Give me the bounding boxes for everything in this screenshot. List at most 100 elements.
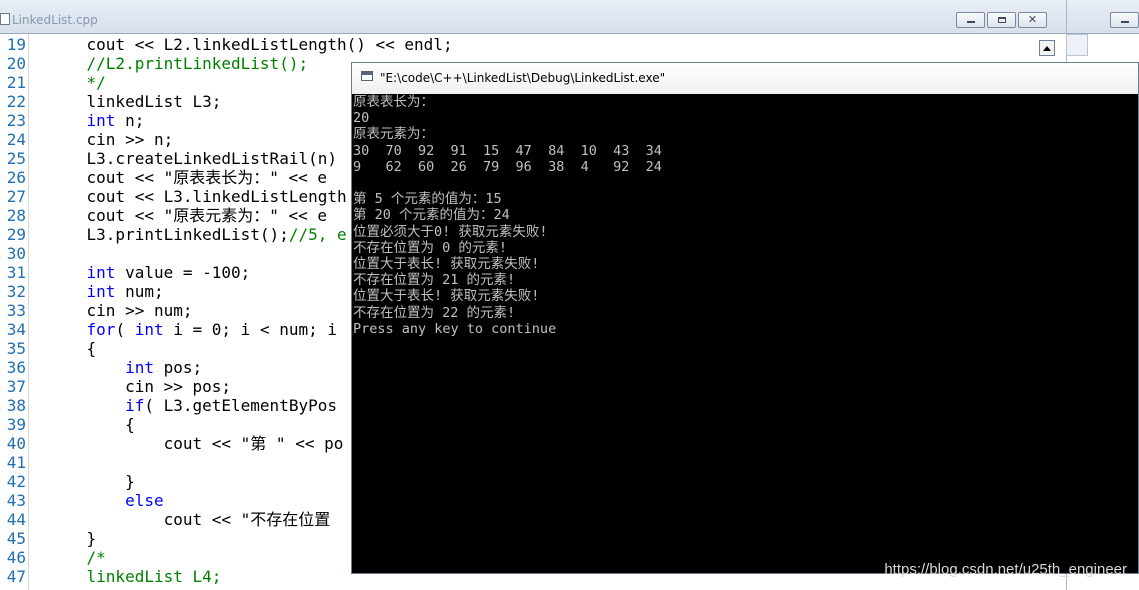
code-line: else: [48, 491, 164, 510]
code-token: linkedList L3;: [48, 92, 222, 111]
code-line: {: [48, 339, 97, 358]
console-titlebar[interactable]: "E:\code\C++\LinkedList\Debug\LinkedList…: [352, 63, 1138, 94]
console-line: 不存在位置为 22 的元素!: [353, 304, 516, 321]
code-line: int pos;: [48, 358, 202, 377]
code-line: }: [48, 529, 97, 548]
console-line: 位置大于表长! 获取元素失败!: [353, 288, 540, 305]
background-minimize-button[interactable]: [1110, 12, 1139, 28]
code-line: cout << "不存在位置: [48, 510, 331, 529]
line-number: 45: [6, 529, 26, 548]
code-line: linkedList L4;: [48, 567, 222, 586]
code-token: i = 0; i < num; i: [163, 320, 337, 339]
code-line: int n;: [48, 111, 145, 130]
code-token: cin >> pos;: [48, 377, 232, 396]
line-number-gutter: 19 20 21 22 23 24 25 26 27 28 29 30 31 32 33 34 35 36 37 38…: [0, 34, 29, 590]
code-token: cout << "原表表长为：" << e: [48, 168, 328, 187]
line-number: 42: [6, 472, 26, 491]
console-line: 位置必须大于0! 获取元素失败!: [353, 223, 548, 240]
code-token: else: [125, 491, 164, 510]
close-button[interactable]: ✕: [1018, 12, 1047, 28]
code-token: linkedList L4;: [48, 567, 222, 586]
code-line: cout << "原表表长为：" << e: [48, 168, 328, 187]
code-line: L3.createLinkedListRail(n): [48, 149, 337, 168]
code-token: int: [86, 263, 116, 282]
line-number: 41: [6, 453, 26, 472]
console-line: 位置大于表长! 获取元素失败!: [353, 256, 540, 272]
console-line: 不存在位置为 21 的元素!: [353, 272, 516, 289]
line-number: 23: [6, 111, 26, 130]
code-token: for: [86, 320, 116, 339]
line-number: 28: [6, 206, 26, 225]
code-line: linkedList L3;: [48, 92, 222, 111]
code-token: cin >> n;: [48, 130, 174, 149]
console-app-icon: [361, 71, 373, 81]
line-number: 21: [6, 73, 26, 92]
code-token: {: [48, 339, 97, 358]
line-number: 19: [6, 35, 26, 54]
code-token: cout << "第 " << po: [48, 434, 344, 453]
code-token: int: [86, 282, 116, 301]
code-line: //L2.printLinkedList();: [48, 54, 309, 73]
code-line: int value = -100;: [48, 263, 251, 282]
code-token: cout << "不存在位置: [48, 510, 331, 529]
minimize-icon: [967, 21, 975, 23]
code-token: */: [48, 73, 106, 92]
background-control: [1066, 34, 1088, 56]
code-token: L3.createLinkedListRail(n): [48, 149, 337, 168]
restore-icon: [998, 17, 1006, 23]
console-line: 第 20 个元素的值为：24: [353, 207, 510, 224]
line-number: 34: [6, 320, 26, 339]
console-window: "E:\code\C++\LinkedList\Debug\LinkedList…: [351, 62, 1139, 574]
editor-window-controls: ✕: [956, 12, 1047, 28]
console-line: 原表元素为：: [353, 126, 434, 143]
line-number: 44: [6, 510, 26, 529]
code-token: pos;: [153, 358, 203, 377]
line-number: 47: [6, 567, 26, 586]
line-number: 27: [6, 187, 26, 206]
line-number: 26: [6, 168, 26, 187]
line-number: 20: [6, 54, 26, 73]
restore-button[interactable]: [987, 12, 1016, 28]
line-number: 31: [6, 263, 26, 282]
editor-titlebar[interactable]: LinkedList.cpp ✕: [0, 0, 1066, 34]
editor-title: LinkedList.cpp: [12, 13, 98, 27]
console-line: 不存在位置为 0 的元素!: [353, 239, 508, 256]
line-number: 32: [6, 282, 26, 301]
watermark: https://blog.csdn.net/u25th_engineer: [884, 561, 1127, 578]
code-token: n;: [115, 111, 145, 130]
code-token: ( L3.getElementByPos: [144, 396, 337, 415]
line-number: 29: [6, 225, 26, 244]
code-token: {: [48, 415, 135, 434]
code-token: //5, e: [288, 225, 347, 244]
code-line: cout << "原表元素为：" << e: [48, 206, 328, 225]
console-output[interactable]: 原表表长为： 20 原表元素为： 30 70 92 91 15 47 84 10 43…: [352, 94, 1138, 573]
minimize-button[interactable]: [956, 12, 985, 28]
code-line: L3.printLinkedList();//5, e: [48, 225, 347, 244]
line-number: 38: [6, 396, 26, 415]
code-line: cout << "第 " << po: [48, 434, 344, 453]
scroll-up-button[interactable]: [1039, 40, 1055, 56]
line-number: 25: [6, 149, 26, 168]
console-line: 20: [353, 110, 370, 127]
code-token: L3.printLinkedList();: [48, 225, 289, 244]
line-number: 46: [6, 548, 26, 567]
code-token: num;: [115, 282, 164, 301]
code-line: cin >> n;: [48, 130, 174, 149]
code-token: int: [125, 358, 154, 377]
code-line: {: [48, 415, 135, 434]
code-token: int: [134, 320, 164, 339]
code-line: if( L3.getElementByPos: [48, 396, 337, 415]
code-line: int num;: [48, 282, 164, 301]
code-token: cout << L3.linkedListLength: [48, 187, 347, 206]
console-line: 原表表长为：: [353, 94, 434, 110]
line-number: 30: [6, 244, 26, 263]
code-line: cout << L3.linkedListLength: [48, 187, 347, 206]
code-token: //L2.printLinkedList();: [48, 54, 309, 73]
code-token: cout << L2.linkedListLength() << endl;: [48, 35, 453, 54]
